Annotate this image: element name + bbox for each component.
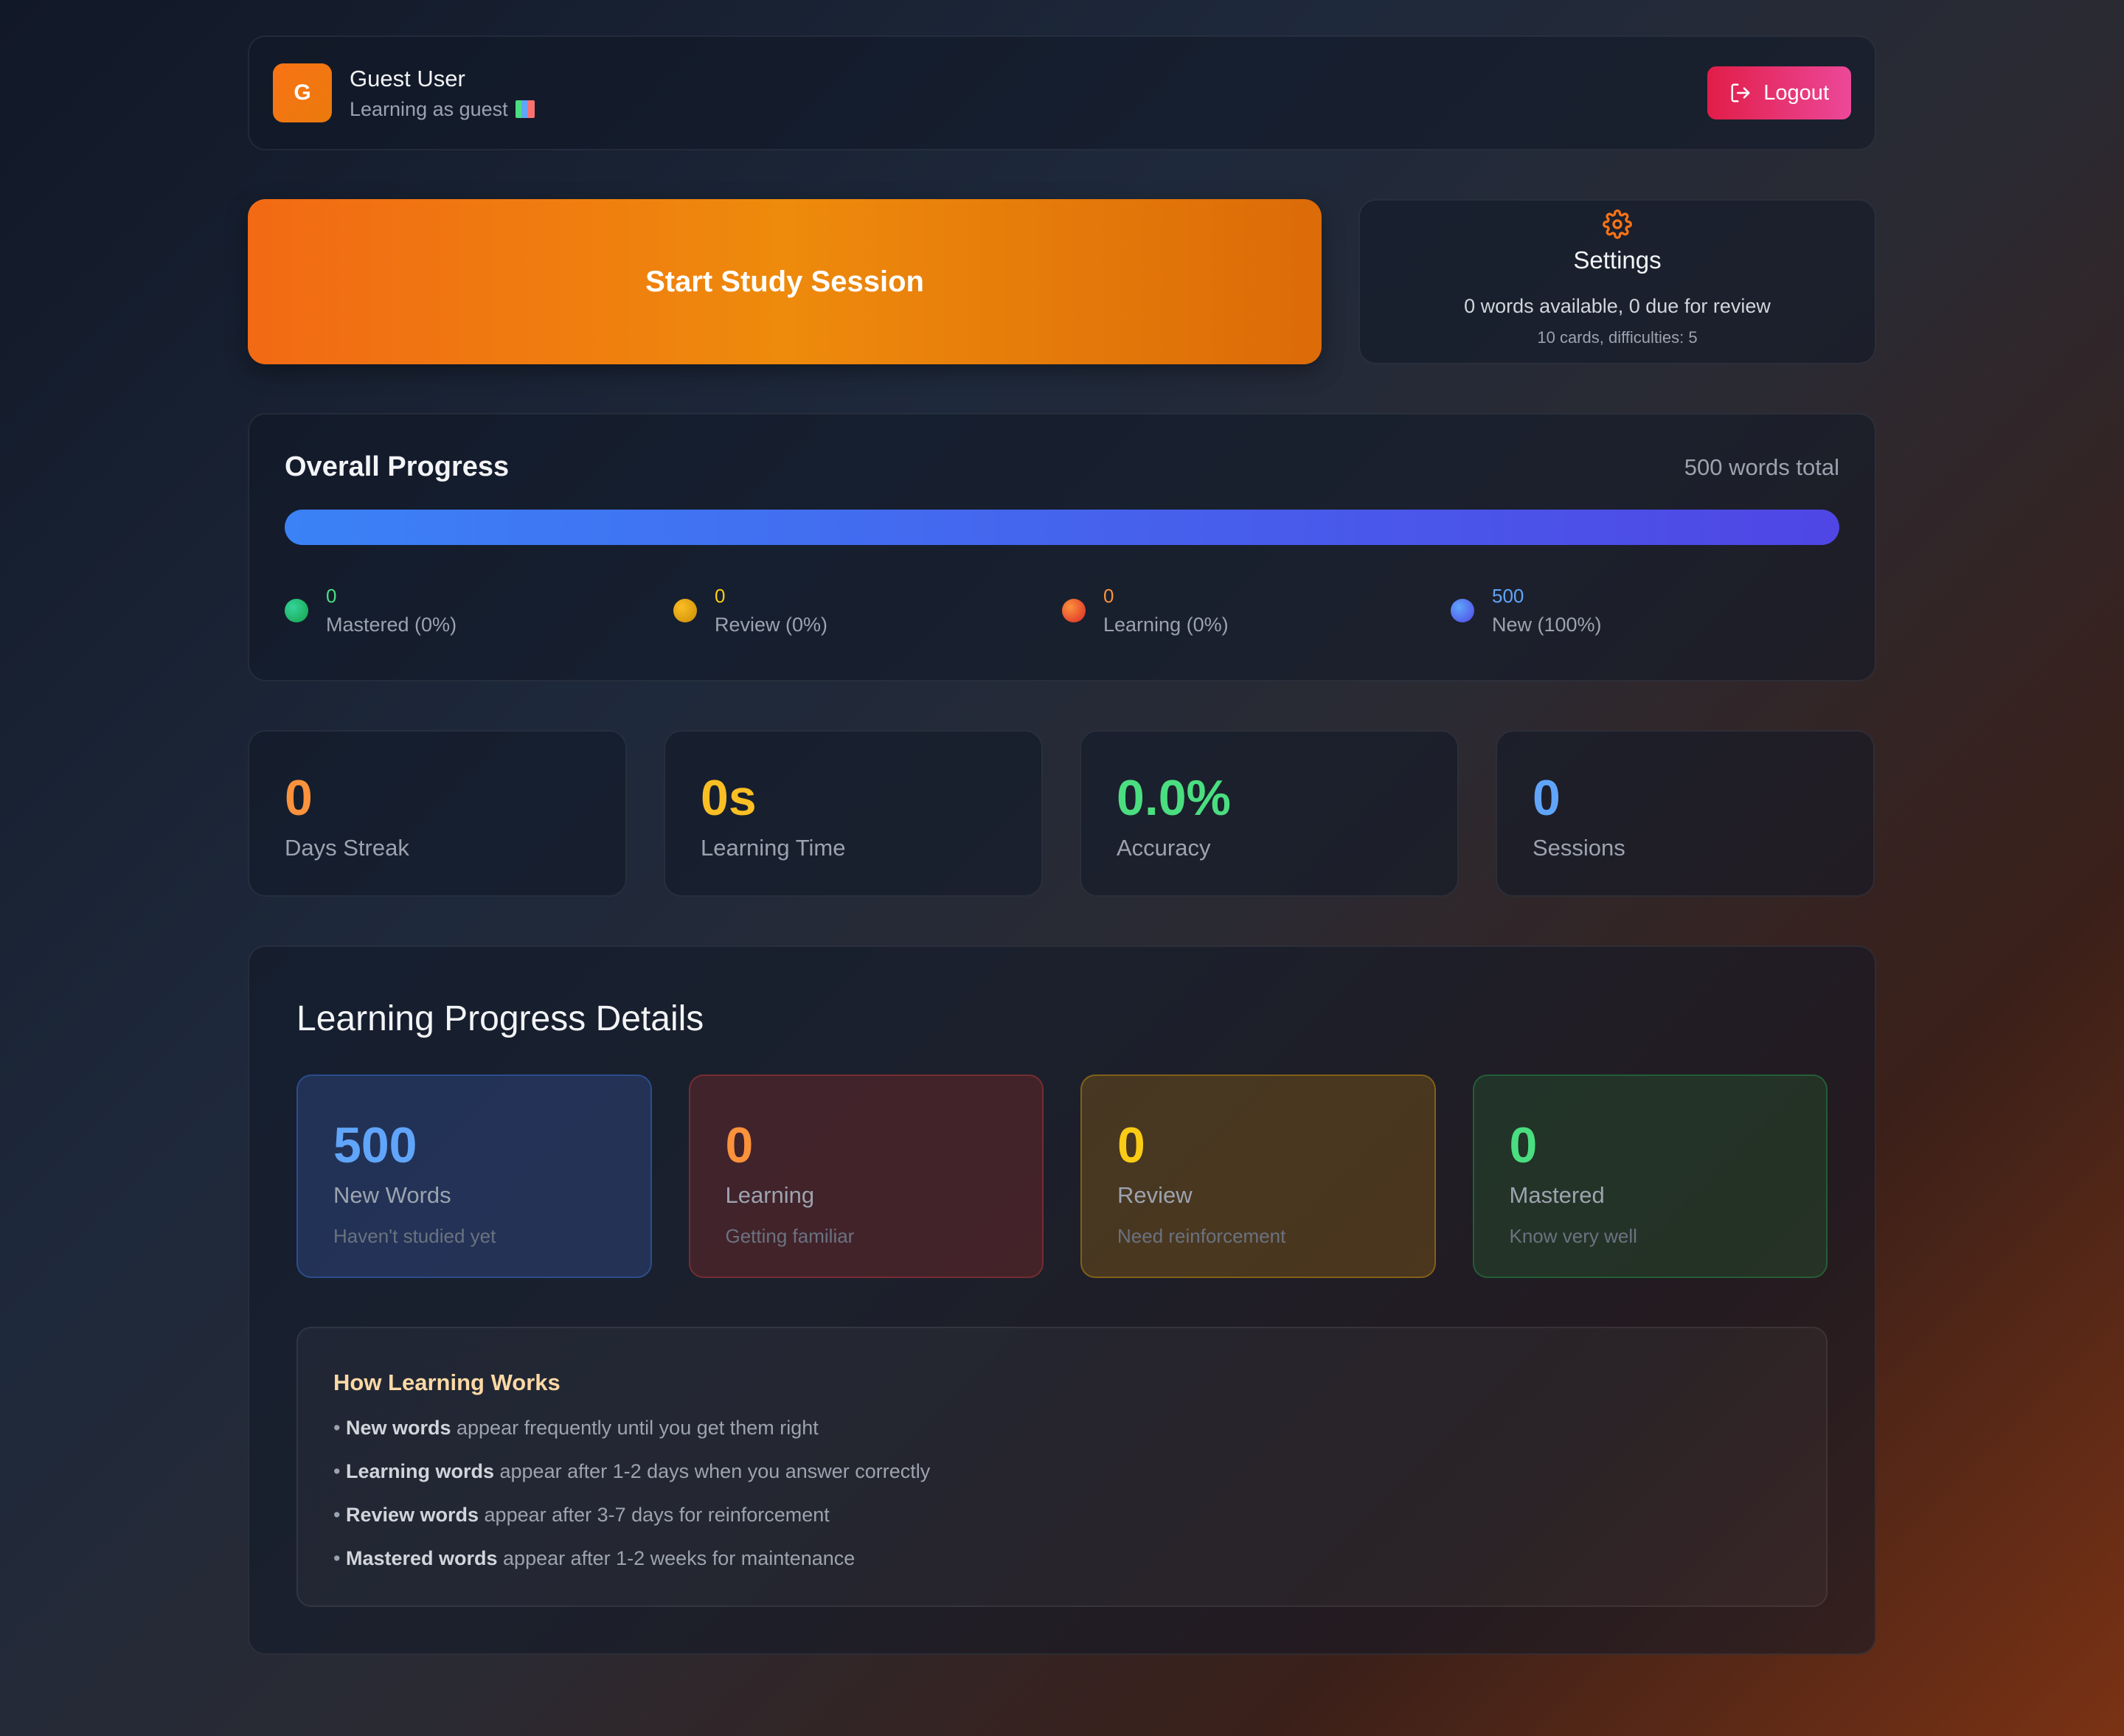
settings-summary: 0 words available, 0 due for review bbox=[1464, 295, 1771, 317]
legend-value: 0 bbox=[1103, 585, 1114, 607]
legend-mastered: 0 Mastered (0%) bbox=[285, 585, 673, 636]
avatar: G bbox=[273, 63, 332, 122]
stat-label: Learning Time bbox=[701, 835, 846, 861]
tile-value: 0 bbox=[1509, 1117, 1538, 1173]
legend-dot bbox=[1451, 599, 1474, 622]
learning-progress-details: Learning Progress Details 500 New Words … bbox=[248, 945, 1876, 1655]
how-line-term: Learning words bbox=[345, 1460, 494, 1482]
logout-button[interactable]: Logout bbox=[1707, 66, 1851, 119]
user-header: G Guest User Learning as guest Logout bbox=[248, 35, 1876, 150]
how-line-text: appear after 1-2 weeks for maintenance bbox=[497, 1547, 856, 1569]
how-line-mastered: • Mastered words appear after 1-2 weeks … bbox=[333, 1547, 856, 1569]
gear-icon bbox=[1603, 209, 1632, 239]
how-line-term: Review words bbox=[345, 1504, 479, 1526]
details-tiles: 500 New Words Haven't studied yet 0 Lear… bbox=[296, 1074, 1828, 1278]
tile-value: 500 bbox=[333, 1117, 417, 1173]
books-icon bbox=[515, 100, 536, 119]
user-name: Guest User bbox=[350, 65, 465, 91]
dashboard: G Guest User Learning as guest Logout St… bbox=[248, 35, 1876, 1655]
settings-detail: 10 cards, difficulties: 5 bbox=[1537, 328, 1698, 347]
stat-sessions: 0 Sessions bbox=[1496, 730, 1875, 897]
logout-icon bbox=[1731, 83, 1750, 103]
stat-days-streak: 0 Days Streak bbox=[248, 730, 627, 897]
stat-value: 0.0% bbox=[1117, 770, 1231, 826]
stat-accuracy: 0.0% Accuracy bbox=[1080, 730, 1459, 897]
stat-value: 0 bbox=[1533, 770, 1561, 826]
stat-label: Accuracy bbox=[1117, 835, 1211, 861]
legend-label: Learning (0%) bbox=[1103, 614, 1229, 636]
legend-value: 0 bbox=[715, 585, 726, 607]
tile-value: 0 bbox=[1117, 1117, 1145, 1173]
settings-title: Settings bbox=[1573, 246, 1662, 274]
legend-review: 0 Review (0%) bbox=[673, 585, 1062, 636]
user-status-text: Learning as guest bbox=[350, 97, 508, 120]
how-line-review: • Review words appear after 3-7 days for… bbox=[333, 1504, 830, 1526]
tile-description: Know very well bbox=[1509, 1225, 1637, 1247]
legend-new: 500 New (100%) bbox=[1451, 585, 1839, 636]
tile-label: New Words bbox=[333, 1182, 451, 1208]
legend-dot bbox=[673, 599, 697, 622]
progress-legend: 0 Mastered (0%) 0 Review (0%) 0 Learning… bbox=[285, 585, 1839, 636]
legend-dot bbox=[285, 599, 308, 622]
legend-label: New (100%) bbox=[1492, 614, 1602, 636]
tile-label: Review bbox=[1117, 1182, 1193, 1208]
legend-learning: 0 Learning (0%) bbox=[1062, 585, 1451, 636]
tile-description: Getting familiar bbox=[725, 1225, 855, 1247]
stat-label: Sessions bbox=[1533, 835, 1625, 861]
stat-value: 0 bbox=[285, 770, 313, 826]
how-line-text: appear after 1-2 days when you answer co… bbox=[494, 1460, 931, 1482]
legend-dot bbox=[1062, 599, 1086, 622]
legend-value: 500 bbox=[1492, 585, 1524, 607]
tile-learning: 0 Learning Getting familiar bbox=[688, 1074, 1044, 1278]
tile-value: 0 bbox=[725, 1117, 754, 1173]
logout-label: Logout bbox=[1763, 80, 1829, 105]
how-line-text: appear frequently until you get them rig… bbox=[451, 1417, 819, 1439]
tile-description: Haven't studied yet bbox=[333, 1225, 496, 1247]
how-line-term: Mastered words bbox=[345, 1547, 498, 1569]
how-line-text: appear after 3-7 days for reinforcement bbox=[479, 1504, 830, 1526]
overall-progress-title: Overall Progress bbox=[285, 451, 510, 482]
legend-value: 0 bbox=[326, 585, 337, 607]
how-learning-works: How Learning Works • New words appear fr… bbox=[296, 1327, 1828, 1607]
tile-review: 0 Review Need reinforcement bbox=[1080, 1074, 1436, 1278]
legend-label: Mastered (0%) bbox=[326, 614, 457, 636]
legend-label: Review (0%) bbox=[715, 614, 828, 636]
tile-new-words: 500 New Words Haven't studied yet bbox=[296, 1074, 652, 1278]
stat-value: 0s bbox=[701, 770, 757, 826]
tile-label: Mastered bbox=[1509, 1182, 1605, 1208]
start-study-session-button[interactable]: Start Study Session bbox=[248, 199, 1322, 364]
overall-progress-bar bbox=[285, 510, 1839, 545]
details-title: Learning Progress Details bbox=[296, 999, 704, 1038]
how-line-learning: • Learning words appear after 1-2 days w… bbox=[333, 1460, 931, 1482]
stats-row: 0 Days Streak 0s Learning Time 0.0% Accu… bbox=[248, 730, 1876, 897]
how-line-term: New words bbox=[345, 1417, 451, 1439]
tile-mastered: 0 Mastered Know very well bbox=[1472, 1074, 1828, 1278]
actions-row: Start Study Session Settings 0 words ava… bbox=[248, 199, 1876, 364]
tile-label: Learning bbox=[725, 1182, 815, 1208]
how-title: How Learning Works bbox=[333, 1369, 560, 1395]
user-info: G Guest User Learning as guest bbox=[273, 63, 536, 122]
tile-description: Need reinforcement bbox=[1117, 1225, 1286, 1247]
overall-progress-card: Overall Progress 500 words total 0 Maste… bbox=[248, 413, 1876, 681]
settings-card[interactable]: Settings 0 words available, 0 due for re… bbox=[1358, 199, 1876, 364]
stat-label: Days Streak bbox=[285, 835, 409, 861]
how-line-new: • New words appear frequently until you … bbox=[333, 1417, 819, 1439]
stat-learning-time: 0s Learning Time bbox=[664, 730, 1043, 897]
user-status: Learning as guest bbox=[350, 98, 536, 121]
words-total: 500 words total bbox=[1684, 454, 1839, 480]
